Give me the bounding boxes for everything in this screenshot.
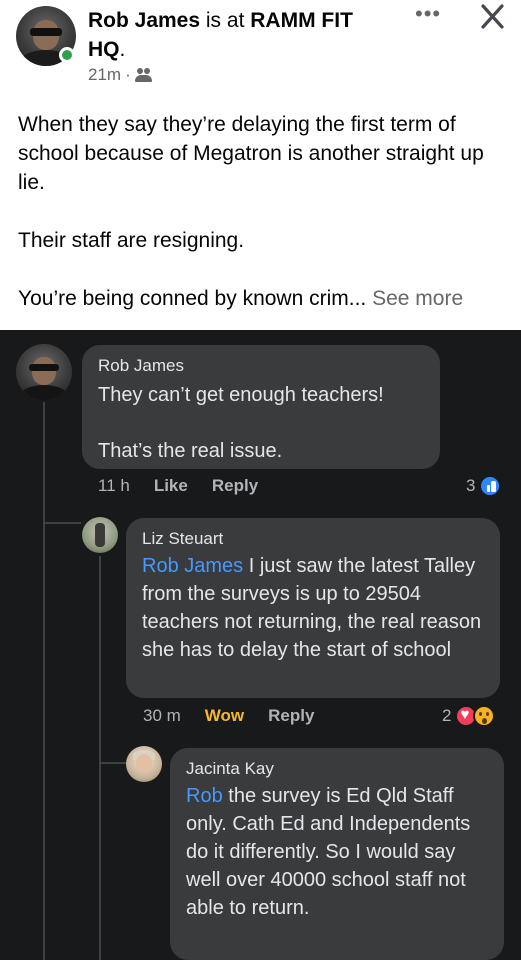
comments-section: Rob James They can’t get enough teachers… [0, 330, 521, 960]
post-body: When they say they’re delaying the first… [18, 110, 508, 313]
post-card: Rob James is at RAMM FIT HQ. 21m · ••• W… [0, 0, 521, 330]
comment-author[interactable]: Jacinta Kay [186, 758, 488, 780]
author-name[interactable]: Rob James [88, 9, 200, 32]
comment-actions: 30 m Wow Reply [143, 706, 338, 726]
reaction-count: 2 [442, 706, 452, 725]
reply-button[interactable]: Reply [212, 476, 258, 496]
thread-line [43, 402, 45, 960]
comment-text: That’s the real issue. [98, 440, 283, 462]
like-button[interactable]: Like [154, 476, 188, 496]
truncated-text: You’re being conned by known crim... [18, 287, 367, 310]
meta-separator: · [125, 65, 131, 84]
post-paragraph: When they say they’re delaying the first… [18, 113, 484, 194]
wow-button[interactable]: Wow [205, 706, 244, 726]
more-icon[interactable]: ••• [415, 3, 443, 28]
reply-button[interactable]: Reply [268, 706, 314, 726]
post-paragraph: Their staff are resigning. [18, 229, 245, 252]
online-status-dot [59, 47, 75, 63]
thread-line [43, 522, 81, 524]
reaction-count: 3 [466, 476, 476, 495]
reaction-summary[interactable]: 3 [466, 475, 502, 497]
post-paragraph-truncated: You’re being conned by known crim... See… [18, 284, 508, 313]
comment-bubble: Rob James They can’t get enough teachers… [82, 345, 440, 469]
comment-text: They can’t get enough teachers! [98, 384, 384, 406]
comment-time[interactable]: 11 h [98, 476, 130, 496]
post-time[interactable]: 21m [88, 65, 121, 85]
avatar-face [136, 754, 152, 772]
comment-author[interactable]: Liz Steuart [142, 528, 484, 550]
avatar-face [32, 357, 56, 385]
comment-text: Rob James I just saw the latest Talley f… [142, 552, 484, 664]
close-icon[interactable] [475, 0, 509, 34]
avatar-figure [95, 523, 105, 547]
post-meta: 21m · [88, 65, 153, 85]
place-suffix: . [119, 38, 126, 61]
mention-link[interactable]: Rob [186, 785, 223, 807]
avatar-shirt [20, 385, 68, 400]
thread-line [99, 762, 126, 764]
avatar-sunglasses [29, 364, 59, 371]
wow-icon [473, 705, 496, 727]
post-header: Rob James is at RAMM FIT HQ. [88, 6, 388, 64]
see-more-link[interactable]: See more [372, 287, 463, 310]
comment-actions: 11 h Like Reply [98, 476, 282, 496]
is-at-label: is at [205, 9, 245, 32]
friends-icon[interactable] [134, 68, 153, 82]
mention-link[interactable]: Rob James [142, 555, 243, 577]
comment-author[interactable]: Rob James [98, 355, 424, 377]
like-icon [479, 475, 502, 497]
comment-time[interactable]: 30 m [143, 706, 181, 726]
commenter-avatar[interactable] [82, 517, 118, 553]
comment-bubble: Jacinta Kay Rob the survey is Ed Qld Sta… [170, 748, 504, 960]
avatar-sunglasses [30, 28, 62, 36]
comment-body: the survey is Ed Qld Staff only. Cath Ed… [186, 785, 471, 919]
commenter-avatar[interactable] [126, 746, 162, 782]
comment-bubble: Liz Steuart Rob James I just saw the lat… [126, 518, 500, 698]
reaction-summary[interactable]: 2 [442, 705, 496, 727]
commenter-avatar[interactable] [16, 344, 72, 400]
thread-line [99, 556, 101, 960]
comment-text: Rob the survey is Ed Qld Staff only. Cat… [186, 782, 488, 922]
